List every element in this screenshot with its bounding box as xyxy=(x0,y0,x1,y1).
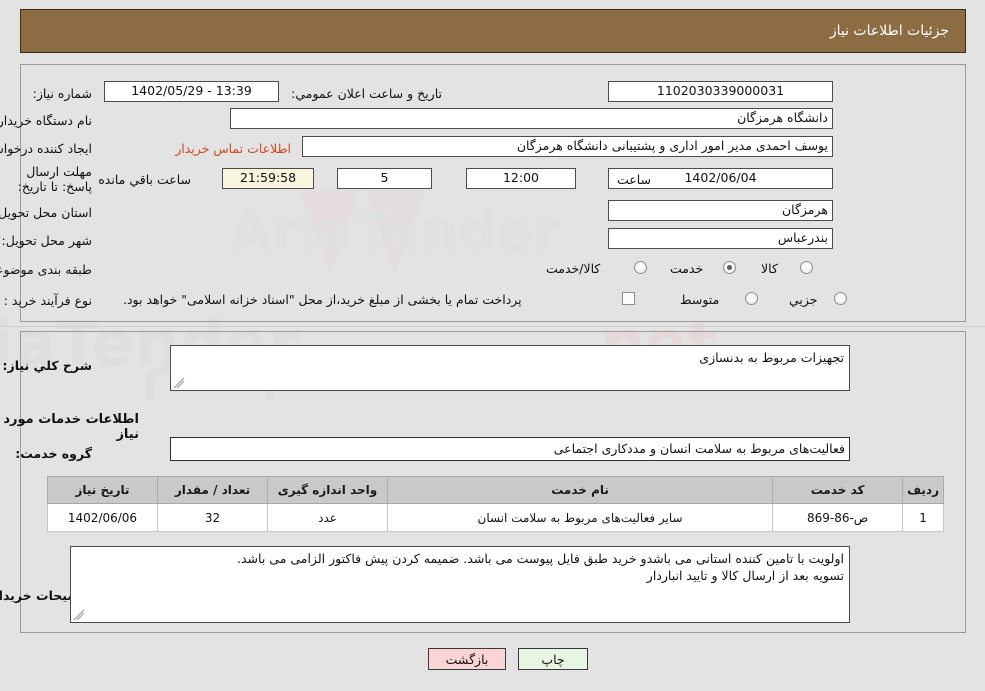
general-description-textarea[interactable]: تجهیزات مربوط به بدنسازی xyxy=(170,345,850,391)
cell-service-name: سایر فعالیت‌های مربوط به سلامت انسان xyxy=(386,503,774,532)
services-section-title: اطلاعات خدمات مورد نیاز xyxy=(3,412,139,442)
table-row: 1 ص-86-869 سایر فعالیت‌های مربوط به سلام… xyxy=(47,503,944,532)
delivery-city-label: شهر محل تحویل: xyxy=(1,233,92,248)
cell-quantity: 32 xyxy=(157,503,268,532)
announce-datetime-label: تاریخ و ساعت اعلان عمومي: xyxy=(291,86,442,101)
col-header-quantity: تعداد / مقدار xyxy=(157,476,268,504)
general-description-value: تجهیزات مربوط به بدنسازی xyxy=(699,350,844,365)
col-header-unit: واحد اندازه گیری xyxy=(267,476,388,504)
delivery-city-value: بندرعباس xyxy=(608,228,833,249)
buyer-contact-link[interactable]: اطلاعات تماس خریدار xyxy=(175,141,291,156)
radio-category-kala[interactable] xyxy=(800,261,813,274)
general-description-label: شرح کلي نیاز: xyxy=(2,358,92,373)
panel-divider xyxy=(0,326,985,327)
need-summary-panel xyxy=(20,64,966,322)
request-creator-label: ایجاد کننده درخواست: xyxy=(0,141,92,156)
cell-row: 1 xyxy=(902,503,944,532)
col-header-row: ردیف xyxy=(902,476,944,504)
services-table: ردیف کد خدمت نام خدمت واحد اندازه گیری ت… xyxy=(47,476,944,532)
col-header-need-date: تاریخ نیاز xyxy=(47,476,158,504)
radio-process-motevaset[interactable] xyxy=(745,292,758,305)
col-header-service-name: نام خدمت xyxy=(386,476,774,504)
window-title-bar: جزئیات اطلاعات نیاز xyxy=(20,9,966,53)
delivery-province-value: هرمزگان xyxy=(608,200,833,221)
radio-process-jozei[interactable] xyxy=(834,292,847,305)
announce-datetime-value: 13:39 - 1402/05/29 xyxy=(104,81,279,102)
radio-category-kala-label[interactable]: کالا xyxy=(761,261,778,276)
col-header-service-code: کد خدمت xyxy=(772,476,904,504)
print-button[interactable]: چاپ xyxy=(518,648,588,670)
radio-process-jozei-label[interactable]: جزیي xyxy=(789,292,818,307)
service-group-value: فعالیت‌های مربوط به سلامت انسان و مددکار… xyxy=(170,437,850,461)
resize-grip-icon[interactable] xyxy=(173,377,185,389)
buyer-org-label: نام دستگاه خریدار: xyxy=(0,113,92,128)
buyer-org-value: دانشگاه هرمزگان xyxy=(230,108,833,129)
table-header-row: ردیف کد خدمت نام خدمت واحد اندازه گیری ت… xyxy=(47,476,944,504)
checkbox-islamic-treasury-docs[interactable] xyxy=(622,292,635,305)
buyer-notes-line-2: تسویه بعد از ارسال کالا و تایید انباردار xyxy=(646,568,844,583)
request-creator-value: یوسف احمدی مدیر امور اداری و پشتیبانی دا… xyxy=(302,136,833,157)
radio-process-motevaset-label[interactable]: متوسط xyxy=(680,292,719,307)
page-root: AriaTender .net AriaTender جزئیات اطلاعا… xyxy=(0,0,985,691)
deadline-countdown-label: ساعت باقي مانده xyxy=(98,172,191,187)
service-group-label: گروه خدمت: xyxy=(15,446,92,461)
checkbox-islamic-treasury-docs-label[interactable]: پرداخت تمام یا بخشی از مبلغ خرید،از محل … xyxy=(123,292,522,307)
deadline-label: مهلت ارسال پاسخ: تا تاریخ: xyxy=(17,164,92,194)
deadline-time-label: ساعت xyxy=(616,172,651,187)
delivery-province-label: استان محل تحویل: xyxy=(0,205,92,220)
deadline-time-value: 12:00 xyxy=(466,168,576,189)
subject-category-label: طبقه بندی موضوعی: xyxy=(0,262,92,277)
radio-category-kala-khedmat[interactable] xyxy=(634,261,647,274)
cell-unit: عدد xyxy=(267,503,388,532)
need-number-label: شماره نیاز: xyxy=(32,86,92,101)
radio-category-kala-khedmat-label[interactable]: کالا/خدمت xyxy=(546,261,600,276)
deadline-days-value: 5 xyxy=(337,168,432,189)
cell-need-date: 1402/06/06 xyxy=(47,503,158,532)
cell-service-code: ص-86-869 xyxy=(772,503,904,532)
deadline-countdown: 21:59:58 xyxy=(222,168,314,189)
radio-category-khedmat-label[interactable]: خدمت xyxy=(670,261,703,276)
resize-grip-icon[interactable] xyxy=(73,609,85,621)
page-title: جزئیات اطلاعات نیاز xyxy=(829,23,949,39)
buyer-notes-textarea[interactable]: اولویت با تامین کننده استانی می باشدو خر… xyxy=(70,546,850,623)
buyer-notes-line-1: اولویت با تامین کننده استانی می باشدو خر… xyxy=(237,551,844,566)
back-button[interactable]: بازگشت xyxy=(428,648,506,670)
radio-category-khedmat[interactable] xyxy=(723,261,736,274)
purchase-process-label: نوع فرآیند خرید : xyxy=(3,293,92,308)
need-number-value: 1102030339000031 xyxy=(608,81,833,102)
